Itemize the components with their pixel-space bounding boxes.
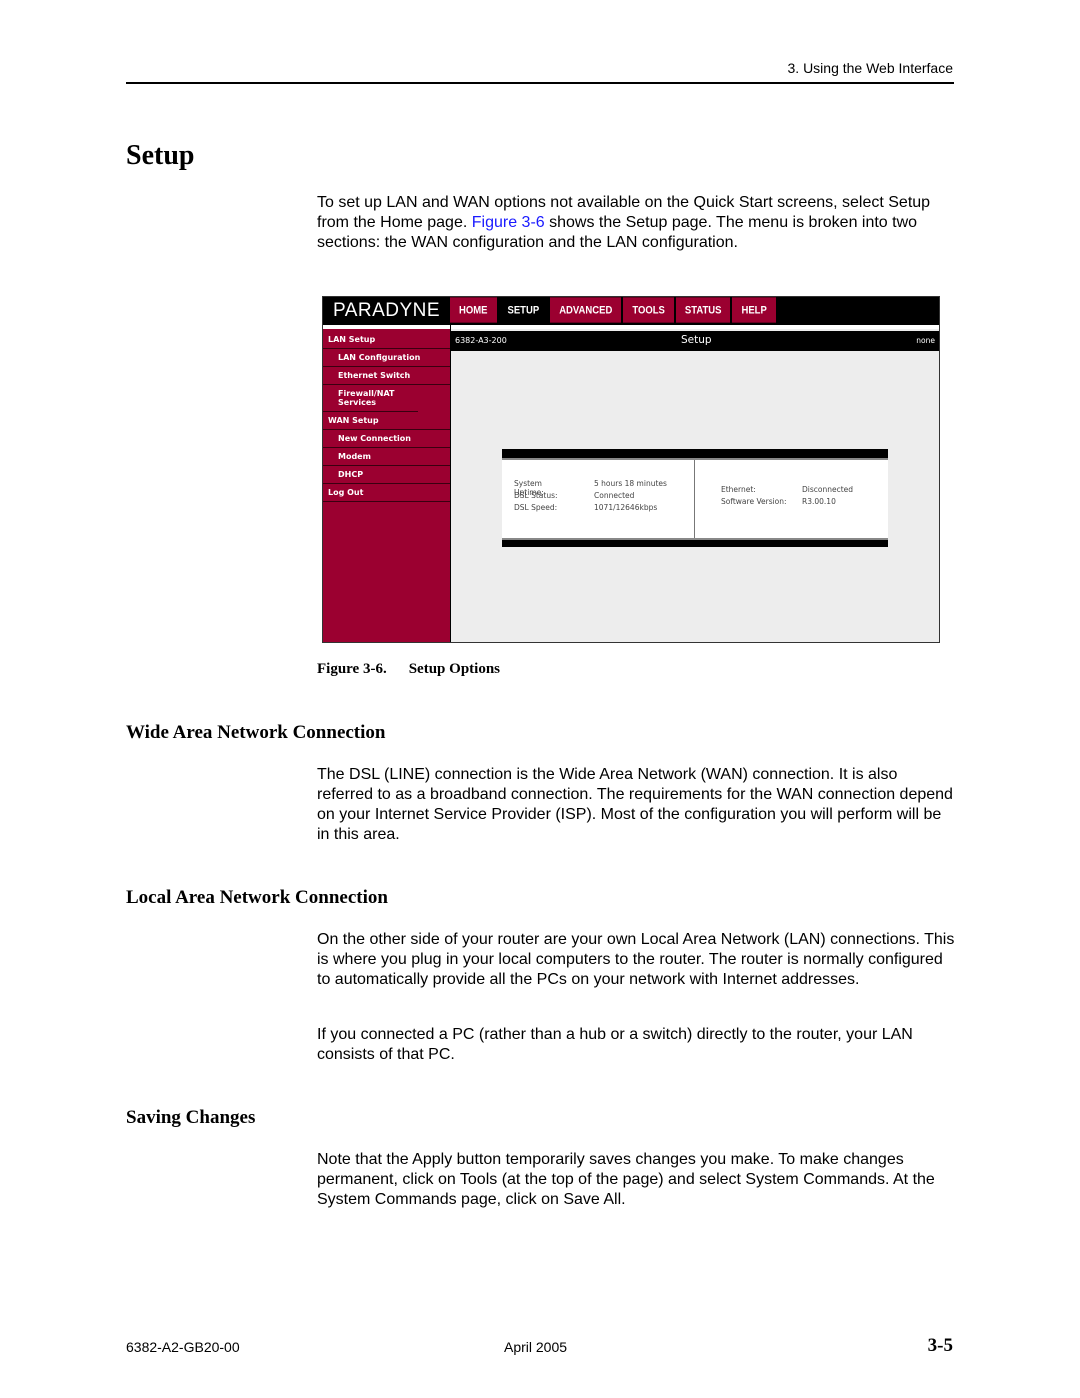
status-label: DSL Speed: xyxy=(514,503,558,512)
saving-changes-paragraph: Note that the Apply button temporarily s… xyxy=(317,1151,935,1208)
header-rule xyxy=(126,82,954,84)
sidebar-item-wan-setup[interactable]: WAN Setup xyxy=(323,412,450,430)
document-number: 6382-A2-GB20-00 xyxy=(126,1339,240,1355)
logo-text: PARADYNE xyxy=(332,300,441,321)
tab-home[interactable]: HOME xyxy=(450,297,497,323)
status-panel-divider xyxy=(694,460,695,538)
figure-caption: Figure 3-6. Setup Options xyxy=(317,661,500,678)
tab-status[interactable]: STATUS xyxy=(675,297,731,323)
router-top-nav: PARADYNE HOME SETUP ADVANCED TOOLS STATU… xyxy=(323,297,939,325)
sidebar-item-lan-configuration[interactable]: LAN Configuration xyxy=(323,349,450,367)
page-number: 3-5 xyxy=(927,1335,953,1356)
publication-date: April 2005 xyxy=(504,1339,568,1355)
paradyne-logo: PARADYNE xyxy=(323,297,450,325)
router-page-heading: Setup xyxy=(681,334,712,346)
user-status: none xyxy=(916,336,935,345)
status-label: Ethernet: xyxy=(721,485,756,494)
figure-title: Setup Options xyxy=(408,661,501,677)
page-title: Setup xyxy=(126,140,195,171)
status-value: R3.00.10 xyxy=(802,497,836,506)
status-value: Disconnected xyxy=(802,485,854,494)
figure-link[interactable]: Figure 3-6 xyxy=(472,214,545,231)
intro-paragraph: To set up LAN and WAN options not availa… xyxy=(317,193,957,253)
router-setup-screenshot: PARADYNE HOME SETUP ADVANCED TOOLS STATU… xyxy=(322,296,940,643)
sidebar-item-dhcp[interactable]: DHCP xyxy=(323,466,450,484)
figure-number: Figure 3-6. xyxy=(317,661,387,677)
chapter-title: 3. Using the Web Interface xyxy=(787,60,954,76)
tab-advanced[interactable]: ADVANCED xyxy=(550,297,622,323)
status-value: 1071/12646kbps xyxy=(594,503,658,512)
sidebar-item-ethernet-switch[interactable]: Ethernet Switch xyxy=(323,367,450,385)
sidebar-item-modem[interactable]: Modem xyxy=(323,448,450,466)
sidebar-item-firewall-nat-services[interactable]: Firewall/NAT Services xyxy=(323,385,418,412)
sidebar-item-new-connection[interactable]: New Connection xyxy=(323,430,450,448)
router-title-bar: 6382-A3-200 Setup none xyxy=(451,331,939,351)
status-panel-bottom-bar xyxy=(502,538,888,547)
router-sidebar: LAN Setup LAN Configuration Ethernet Swi… xyxy=(323,329,451,642)
lan-paragraph-2: If you connected a PC (rather than a hub… xyxy=(317,1026,913,1063)
sidebar-item-log-out[interactable]: Log Out xyxy=(323,484,450,502)
tab-tools[interactable]: TOOLS xyxy=(623,297,674,323)
status-panel-top-bar xyxy=(502,449,888,460)
section-heading-saving-changes: Saving Changes xyxy=(126,1107,256,1128)
status-label: Software Version: xyxy=(721,497,787,506)
section-heading-wan: Wide Area Network Connection xyxy=(126,722,386,743)
router-nav-tabs: HOME SETUP ADVANCED TOOLS STATUS HELP xyxy=(450,297,778,323)
status-value: Connected xyxy=(594,491,635,500)
status-label: DSL Status: xyxy=(514,491,558,500)
section-heading-lan: Local Area Network Connection xyxy=(126,887,388,908)
tab-setup[interactable]: SETUP xyxy=(498,297,549,323)
sidebar-item-lan-setup[interactable]: LAN Setup xyxy=(323,331,450,349)
wan-paragraph: The DSL (LINE) connection is the Wide Ar… xyxy=(317,766,953,843)
lan-paragraph-1: On the other side of your router are you… xyxy=(317,931,955,988)
tab-help[interactable]: HELP xyxy=(732,297,776,323)
model-number: 6382-A3-200 xyxy=(455,336,507,345)
status-panel: System Uptime: 5 hours 18 minutes DSL St… xyxy=(502,449,888,547)
status-value: 5 hours 18 minutes xyxy=(594,479,667,488)
